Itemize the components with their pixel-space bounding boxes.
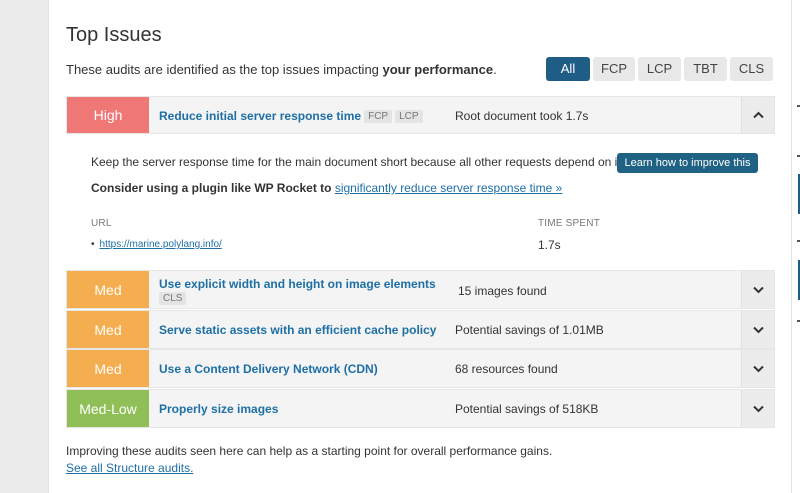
resource-url-link[interactable]: https://marine.polylang.info/ (100, 239, 222, 250)
chevron-down-icon (752, 326, 764, 333)
metric-tag: FCP (364, 110, 393, 123)
issue-title-link[interactable]: Use a Content Delivery Network (CDN) (159, 362, 378, 376)
resource-time: 1.7s (538, 238, 561, 252)
recommendation-link[interactable]: significantly reduce server response tim… (335, 181, 562, 195)
expand-toggle[interactable] (741, 350, 774, 387)
expand-toggle[interactable] (741, 311, 774, 348)
issue-title-link[interactable]: Use explicit width and height on image e… (159, 277, 436, 291)
chevron-up-icon (752, 111, 764, 119)
col-header-time: TIME SPENT (538, 218, 601, 229)
intro-emphasis: your performance (382, 62, 494, 77)
severity-badge: Med (67, 271, 149, 308)
issue-summary: Root document took 1.7s (455, 109, 589, 123)
issue-title-link[interactable]: Reduce initial server response time FCP LC… (159, 109, 423, 123)
see-all-audits-link[interactable]: See all Structure audits. (66, 461, 193, 475)
issue-row[interactable]: Med Use a Content Delivery Network (CDN)… (66, 349, 775, 388)
issue-summary: 68 resources found (455, 362, 558, 376)
recommendation-text: Consider using a plugin like WP Rocket t… (91, 181, 563, 195)
filter-fcp[interactable]: FCP (593, 57, 635, 81)
filter-all[interactable]: All (546, 57, 590, 81)
issue-description: Keep the server response time for the ma… (91, 155, 624, 169)
filter-cls[interactable]: CLS (730, 57, 773, 81)
chevron-down-icon (752, 286, 764, 293)
expand-toggle[interactable] (741, 271, 774, 308)
section-title: Top Issues (66, 24, 162, 46)
bullet-icon: • (91, 239, 95, 250)
resource-row: • https://marine.polylang.info/ (91, 239, 222, 250)
filter-tbt[interactable]: TBT (684, 57, 727, 81)
expand-toggle[interactable] (741, 390, 774, 427)
metric-tag: LCP (395, 110, 423, 123)
issue-row[interactable]: High Reduce initial server response time… (66, 96, 775, 134)
issue-row[interactable]: Med Serve static assets with an efficien… (66, 310, 775, 349)
issue-row[interactable]: Med-Low Properly size images Potential s… (66, 389, 775, 428)
issue-title-link[interactable]: Properly size images (159, 402, 278, 416)
collapse-toggle[interactable] (741, 97, 774, 133)
issue-title-link[interactable]: Serve static assets with an efficient ca… (159, 323, 436, 337)
issue-summary: Potential savings of 518KB (455, 402, 599, 416)
section-intro: These audits are identified as the top i… (66, 62, 497, 77)
severity-badge: Med (67, 311, 149, 348)
col-header-url: URL (91, 218, 112, 229)
learn-how-button[interactable]: Learn how to improve this (617, 153, 758, 173)
top-issues-card: Top Issues These audits are identified a… (48, 0, 792, 493)
severity-badge: High (67, 97, 149, 133)
severity-badge: Med (67, 350, 149, 387)
footer-note: Improving these audits seen here can hel… (66, 444, 553, 458)
filter-lcp[interactable]: LCP (638, 57, 681, 81)
severity-badge: Med-Low (67, 390, 149, 427)
chevron-down-icon (752, 365, 764, 372)
adjacent-panel-edge (792, 0, 800, 493)
metric-filter-group: All FCP LCP TBT CLS (546, 57, 773, 81)
metric-tag: CLS (159, 292, 187, 305)
issue-summary: 15 images found (458, 284, 547, 298)
issue-row[interactable]: Med Use explicit width and height on ima… (66, 270, 775, 309)
issue-summary: Potential savings of 1.01MB (455, 323, 604, 337)
issue-detail-panel: Keep the server response time for the ma… (66, 134, 775, 270)
chevron-down-icon (752, 405, 764, 412)
